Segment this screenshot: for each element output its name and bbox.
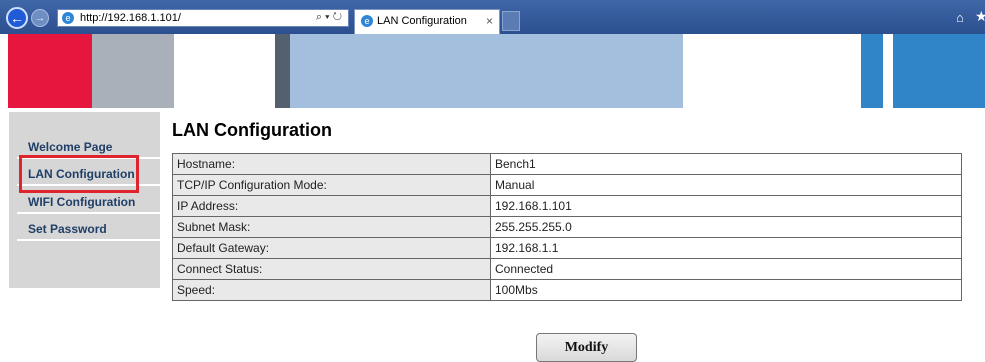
table-row: Subnet Mask: 255.255.255.0: [172, 216, 962, 238]
forward-arrow-icon[interactable]: →: [31, 9, 49, 27]
table-row: IP Address: 192.168.1.101: [172, 195, 962, 217]
banner-block-dark: [275, 34, 290, 108]
favorites-star-icon[interactable]: ★: [975, 8, 985, 25]
speed-label: Speed:: [172, 279, 491, 301]
browser-toolbar: ← → e http://192.168.1.101/ ⌕ ▾ ↻ e LAN …: [0, 0, 985, 34]
tcpip-mode-label: TCP/IP Configuration Mode:: [172, 174, 491, 196]
banner-block-light-blue: [290, 34, 683, 108]
sidebar: Welcome Page LAN Configuration WIFI Conf…: [9, 112, 160, 288]
sidebar-item-set-password[interactable]: Set Password: [17, 217, 160, 241]
table-row: Connect Status: Connected: [172, 258, 962, 280]
modify-button[interactable]: Modify: [536, 333, 637, 362]
speed-value: 100Mbs: [490, 279, 962, 301]
sidebar-item-label[interactable]: Welcome Page: [28, 140, 112, 154]
hostname-value: Bench1: [490, 153, 962, 175]
sidebar-item-label[interactable]: Set Password: [28, 222, 107, 236]
selection-highlight-box: [19, 155, 139, 193]
home-icon[interactable]: ⌂: [956, 10, 964, 25]
back-arrow-icon[interactable]: ←: [6, 7, 28, 29]
tab-title: LAN Configuration: [377, 15, 467, 27]
new-tab-button[interactable]: [502, 11, 520, 31]
banner-block-gray: [92, 34, 174, 108]
ie-logo-icon: e: [62, 12, 74, 24]
address-url[interactable]: http://192.168.1.101/: [80, 12, 181, 24]
ie-logo-icon: e: [361, 15, 373, 27]
table-row: Speed: 100Mbs: [172, 279, 962, 301]
table-row: Hostname: Bench1: [172, 153, 962, 175]
sidebar-item-label[interactable]: WIFI Configuration: [28, 195, 135, 209]
page-banner: [0, 34, 985, 108]
tab-lan-configuration[interactable]: e LAN Configuration ×: [354, 9, 500, 34]
connect-status-label: Connect Status:: [172, 258, 491, 280]
tcpip-mode-value: Manual: [490, 174, 962, 196]
default-gateway-value: 192.168.1.1: [490, 237, 962, 259]
default-gateway-label: Default Gateway:: [172, 237, 491, 259]
address-bar[interactable]: e http://192.168.1.101/ ⌕ ▾ ↻: [57, 9, 349, 27]
close-icon[interactable]: ×: [486, 14, 493, 28]
table-row: Default Gateway: 192.168.1.1: [172, 237, 962, 259]
banner-block-blue: [861, 34, 883, 108]
sidebar-item-wifi-configuration[interactable]: WIFI Configuration: [17, 190, 160, 214]
hostname-label: Hostname:: [172, 153, 491, 175]
banner-block-blue: [893, 34, 985, 108]
search-refresh-icons[interactable]: ⌕ ▾ ↻: [316, 11, 342, 24]
subnet-mask-label: Subnet Mask:: [172, 216, 491, 238]
table-row: TCP/IP Configuration Mode: Manual: [172, 174, 962, 196]
banner-block-red: [8, 34, 92, 108]
ip-address-value: 192.168.1.101: [490, 195, 962, 217]
connect-status-value: Connected: [490, 258, 962, 280]
lan-config-table: Hostname: Bench1 TCP/IP Configuration Mo…: [172, 153, 962, 301]
ip-address-label: IP Address:: [172, 195, 491, 217]
page-title: LAN Configuration: [172, 120, 332, 140]
subnet-mask-value: 255.255.255.0: [490, 216, 962, 238]
